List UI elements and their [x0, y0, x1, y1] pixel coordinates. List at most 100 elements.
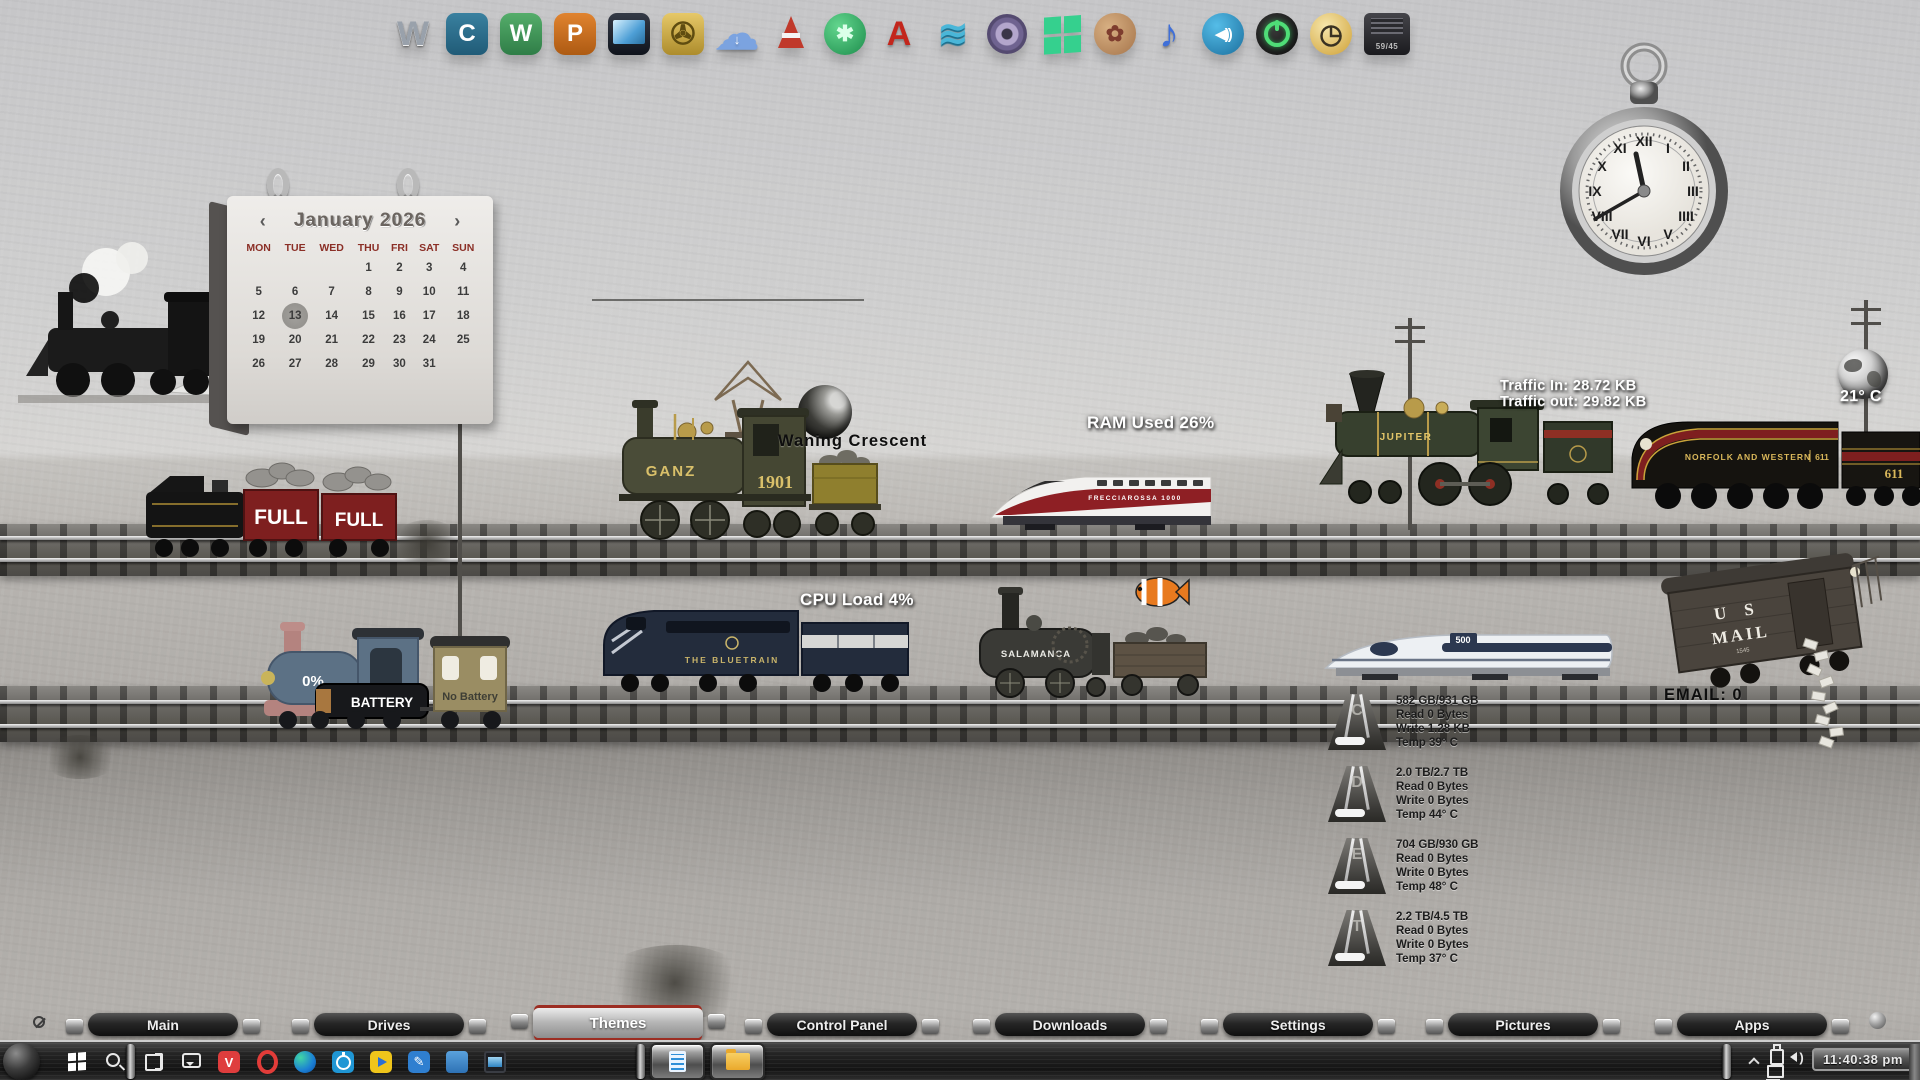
salamanca-locomotive-widget[interactable]: SALAMANCA: [972, 585, 1208, 703]
svg-text:VI: VI: [1637, 233, 1650, 249]
acrobat-reader-icon[interactable]: A: [878, 13, 920, 55]
drive-stats: 2.0 TB/2.7 TBRead 0 Bytes Write 0 BytesT…: [1396, 766, 1469, 822]
moon-phase-label: Waning Crescent: [778, 432, 927, 451]
power-icon[interactable]: [1256, 13, 1298, 55]
calendar-day: 12: [239, 304, 278, 328]
calendar-day: 21: [312, 328, 351, 352]
film-reel-icon[interactable]: ✇: [662, 13, 704, 55]
ganz-locomotive-widget[interactable]: GANZ 1901: [615, 358, 881, 554]
corel-icon[interactable]: C: [446, 13, 488, 55]
green-w-icon[interactable]: W: [500, 13, 542, 55]
watch-crown: [1630, 82, 1658, 104]
calendar-widget[interactable]: ‹ January 2026 › MON TUE WED THU FRI SAT…: [227, 196, 493, 424]
calendar-day: 8: [351, 280, 386, 304]
recycle-label: FULL: [254, 506, 308, 529]
calendar-day: [239, 256, 278, 280]
search-icon[interactable]: [104, 1051, 126, 1073]
drive-widget-c[interactable]: C 582 GB/931 GBRead 0 Bytes Write 1.28 K…: [1328, 694, 1478, 750]
folder-icon: [726, 1053, 750, 1070]
calendar-paper: ‹ January 2026 › MON TUE WED THU FRI SAT…: [227, 196, 493, 424]
norfolk-name: NORFOLK AND WESTERN: [1685, 452, 1811, 462]
dock-glyph: W: [510, 20, 533, 48]
start-orb[interactable]: [3, 1043, 40, 1080]
calendar-day: 19: [239, 328, 278, 352]
tab-main[interactable]: Main: [88, 1013, 238, 1036]
vlc-cone-icon[interactable]: [770, 13, 812, 55]
drive-gadget-icon[interactable]: 59/45: [1364, 13, 1410, 55]
network-icon[interactable]: [1764, 1060, 1786, 1080]
tab-control-panel[interactable]: Control Panel: [767, 1013, 917, 1036]
tray-volume-icon[interactable]: [1786, 1046, 1808, 1068]
drive-stats: 704 GB/930 GBRead 0 Bytes Write 0 BytesT…: [1396, 838, 1478, 894]
calendar-day: 7: [312, 280, 351, 304]
network-ball-icon[interactable]: ✱: [824, 13, 866, 55]
calendar-next-button[interactable]: ›: [454, 211, 460, 232]
paint-palette-icon[interactable]: ✿: [1094, 13, 1136, 55]
drive-widget-d[interactable]: D 2.0 TB/2.7 TBRead 0 Bytes Write 0 Byte…: [1328, 766, 1469, 822]
alarm-clock-icon[interactable]: ◷: [1310, 13, 1352, 55]
windows-icon[interactable]: [1040, 13, 1082, 55]
shinkansen-500-widget[interactable]: 500: [1322, 616, 1618, 682]
taskbar-clock[interactable]: 11:40:38 pm: [1812, 1048, 1914, 1071]
drive-stats: 2.2 TB/4.5 TBRead 0 Bytes Write 0 BytesT…: [1396, 910, 1469, 966]
edge-browser-icon[interactable]: [294, 1051, 316, 1073]
show-desktop-button[interactable]: [1909, 1044, 1920, 1080]
svg-text:VII: VII: [1611, 226, 1628, 242]
drive-widget-e[interactable]: E 704 GB/930 GBRead 0 Bytes Write 0 Byte…: [1328, 838, 1478, 894]
norfolk-western-611-widget[interactable]: NORFOLK AND WESTERN 611 611: [1626, 398, 1920, 512]
vivaldi-letter: V: [225, 1055, 234, 1070]
calendar-title: January 2026: [294, 210, 426, 232]
file-explorer-task-button[interactable]: [710, 1043, 765, 1080]
drive-track-icon: C: [1328, 694, 1386, 750]
stopwatch-app-icon[interactable]: [332, 1051, 354, 1073]
windows-start-icon[interactable]: [66, 1051, 88, 1073]
display-app-icon[interactable]: [484, 1051, 506, 1073]
tab-apps[interactable]: Apps: [1677, 1013, 1827, 1036]
svg-text:V: V: [1663, 226, 1673, 242]
bluetrain-name: THE BLUETRAIN: [685, 655, 779, 665]
us-mail-email-widget[interactable]: U S MAIL 1545: [1652, 548, 1896, 753]
blue-app-icon[interactable]: [446, 1051, 468, 1073]
blocked-icon[interactable]: [33, 1016, 45, 1028]
metallic-w-icon[interactable]: W: [392, 13, 434, 55]
pocket-watch-clock[interactable]: XII I II III IIII V VI VII VIII IX X XI: [1558, 36, 1730, 293]
media-player-icon[interactable]: [370, 1051, 392, 1073]
powerdirector-icon[interactable]: P: [554, 13, 596, 55]
cloud-download-icon[interactable]: ☁↓: [716, 13, 758, 55]
tab-downloads[interactable]: Downloads: [995, 1013, 1145, 1036]
snip-edit-icon[interactable]: ✎: [408, 1051, 430, 1073]
calendar-day: 26: [239, 352, 278, 376]
calendar-day: 9: [386, 280, 413, 304]
calendar-day: 31: [413, 352, 445, 376]
task-view-icon[interactable]: [142, 1051, 164, 1073]
recycle-bin-train-widget[interactable]: FULL FULL: [142, 456, 404, 568]
opera-browser-icon[interactable]: [256, 1051, 278, 1073]
notepad-task-button[interactable]: [650, 1043, 705, 1080]
volume-icon[interactable]: ◀)): [1202, 13, 1244, 55]
drive-widget-t[interactable]: T 2.2 TB/4.5 TBRead 0 Bytes Write 0 Byte…: [1328, 910, 1469, 966]
calendar-day: 11: [445, 280, 481, 304]
calendar-prev-button[interactable]: ‹: [260, 211, 266, 232]
blue-waves-icon[interactable]: ≋: [932, 13, 974, 55]
music-note-icon[interactable]: ♪: [1148, 13, 1190, 55]
drive-track-icon: E: [1328, 838, 1386, 894]
chat-icon[interactable]: [180, 1051, 202, 1073]
desktop: W C W P ✇ ☁↓ ✱ A ≋ ✿ ♪ ◀)) ◷ 59/45: [0, 0, 1920, 1080]
svg-text:XI: XI: [1613, 140, 1626, 156]
tab-pictures[interactable]: Pictures: [1448, 1013, 1598, 1036]
traffic-in-label: Traffic In: 28.72 KB: [1500, 378, 1637, 394]
monitor-icon[interactable]: [608, 13, 650, 55]
tab-drives[interactable]: Drives: [314, 1013, 464, 1036]
dock-glyph: ✇: [670, 17, 695, 52]
tray-chevron-icon[interactable]: [1748, 1057, 1759, 1068]
battery-train-widget[interactable]: 0% BATTERY No Battery: [258, 614, 510, 732]
dvd-disc-icon[interactable]: [986, 13, 1028, 55]
dock-glyph: ◷: [1319, 19, 1343, 50]
calendar-day: [312, 256, 351, 280]
vivaldi-browser-icon[interactable]: V: [218, 1051, 240, 1073]
frecciarossa-train-widget[interactable]: FRECCIAROSSA 1000: [985, 440, 1215, 534]
tab-themes[interactable]: Themes: [533, 1008, 703, 1038]
shinkansen-number: 500: [1455, 635, 1470, 645]
ram-usage-label: RAM Used 26%: [1087, 413, 1214, 433]
tab-settings[interactable]: Settings: [1223, 1013, 1373, 1036]
